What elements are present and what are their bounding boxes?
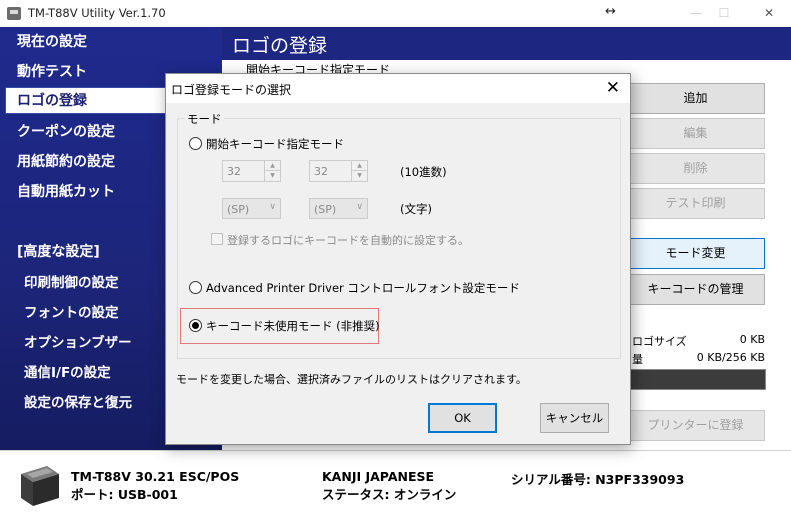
sidebar-item-coupon[interactable]: クーポンの設定: [17, 121, 115, 141]
radio-unused-keycode-label[interactable]: キーコード未使用モード (非推奨): [206, 318, 380, 334]
start-keycode-spin-1[interactable]: 32 ▲ ▼: [222, 160, 281, 182]
combo-1-value: (SP): [227, 203, 250, 216]
sidebar-item-auto-cut[interactable]: 自動用紙カット: [17, 181, 115, 201]
auto-keycode-checkbox[interactable]: [211, 233, 223, 245]
mode-group-label: モード: [185, 111, 224, 127]
start-keycode-spin-2[interactable]: 32 ▲ ▼: [309, 160, 368, 182]
printer-port: ポート: USB-001: [71, 487, 178, 502]
sidebar-item-backup-restore[interactable]: 設定の保存と復元: [24, 391, 132, 411]
printer-font: KANJI JAPANESE: [322, 469, 435, 484]
sidebar-advanced-heading: [高度な設定]: [17, 244, 100, 260]
radio-start-keycode[interactable]: [189, 137, 202, 150]
capacity-value: 0 KB/256 KB: [696, 351, 765, 364]
decimal-unit-label: (10進数): [400, 165, 447, 179]
keycode-manage-button[interactable]: キーコードの管理: [626, 274, 765, 305]
sidebar-item-operation-test[interactable]: 動作テスト: [17, 61, 87, 81]
dialog-close-button[interactable]: ✕: [606, 78, 620, 98]
add-button[interactable]: 追加: [626, 83, 765, 114]
sidebar-item-buzzer[interactable]: オプションブザー: [24, 331, 132, 351]
capacity-bar: [626, 369, 766, 390]
serial-number: シリアル番号: N3PF339093: [511, 472, 685, 487]
page-title: ロゴの登録: [232, 35, 328, 57]
spin-1-down-button[interactable]: ▼: [265, 171, 280, 181]
register-to-printer-button[interactable]: プリンターに登録: [626, 410, 765, 441]
radio-apd-mode[interactable]: [189, 281, 202, 294]
dialog-title: ロゴ登録モードの選択: [171, 83, 292, 97]
spin-2-up-button[interactable]: ▲: [352, 161, 367, 171]
printer-icon: [21, 466, 59, 506]
logo-size-label: ロゴサイズ: [632, 335, 687, 348]
minimize-button[interactable]: —: [681, 3, 711, 23]
spin-1-up-button[interactable]: ▲: [265, 161, 280, 171]
ok-button[interactable]: OK: [428, 403, 497, 433]
radio-apd-mode-label[interactable]: Advanced Printer Driver コントロールフォント設定モード: [206, 280, 520, 296]
printer-app-icon: [7, 7, 21, 20]
start-char-combo-2[interactable]: (SP) ∨: [309, 198, 368, 219]
dialog-note: モードを変更した場合、選択済みファイルのリストはクリアされます。: [176, 373, 527, 386]
test-print-button[interactable]: テスト印刷: [626, 188, 765, 219]
resize-arrows-icon: ↔: [605, 4, 616, 19]
auto-keycode-label: 登録するロゴにキーコードを自動的に設定する。: [227, 234, 469, 247]
spin-1-value: 32: [227, 165, 241, 178]
chevron-down-icon: ∨: [269, 202, 276, 212]
start-char-combo-1[interactable]: (SP) ∨: [222, 198, 281, 219]
close-window-button[interactable]: ✕: [754, 3, 784, 23]
sidebar-item-print-control[interactable]: 印刷制御の設定: [24, 271, 119, 291]
logo-size-value: 0 KB: [739, 333, 765, 346]
radio-unused-keycode[interactable]: [189, 319, 202, 332]
combo-2-value: (SP): [314, 203, 337, 216]
printer-model: TM-T88V 30.21 ESC/POS: [71, 469, 240, 484]
sidebar-item-current-settings[interactable]: 現在の設定: [17, 31, 87, 51]
delete-button[interactable]: 削除: [626, 153, 765, 184]
logo-mode-dialog: ロゴ登録モードの選択 ✕ モード 開始キーコード指定モード 32 ▲ ▼ 32 …: [165, 73, 631, 445]
printer-status: ステータス: オンライン: [322, 487, 457, 502]
chevron-down-icon: ∨: [356, 202, 363, 212]
spin-2-value: 32: [314, 165, 328, 178]
sidebar-item-interface[interactable]: 通信I/Fの設定: [24, 361, 111, 381]
title-bar: TM-T88V Utility Ver.1.70 ↔ — ☐ ✕: [0, 0, 791, 27]
char-unit-label: (文字): [400, 202, 432, 216]
maximize-button[interactable]: ☐: [709, 3, 739, 23]
capacity-label: 量: [632, 353, 643, 366]
spin-2-down-button[interactable]: ▼: [352, 171, 367, 181]
cancel-button[interactable]: キャンセル: [540, 403, 609, 433]
mode-change-button[interactable]: モード変更: [626, 238, 765, 269]
radio-start-keycode-label[interactable]: 開始キーコード指定モード: [206, 136, 344, 152]
sidebar-item-paper-saving[interactable]: 用紙節約の設定: [17, 151, 115, 171]
window-title: TM-T88V Utility Ver.1.70: [28, 6, 166, 20]
sidebar-item-font[interactable]: フォントの設定: [24, 301, 119, 321]
edit-button[interactable]: 編集: [626, 118, 765, 149]
dialog-title-bar: ロゴ登録モードの選択 ✕: [166, 74, 630, 103]
